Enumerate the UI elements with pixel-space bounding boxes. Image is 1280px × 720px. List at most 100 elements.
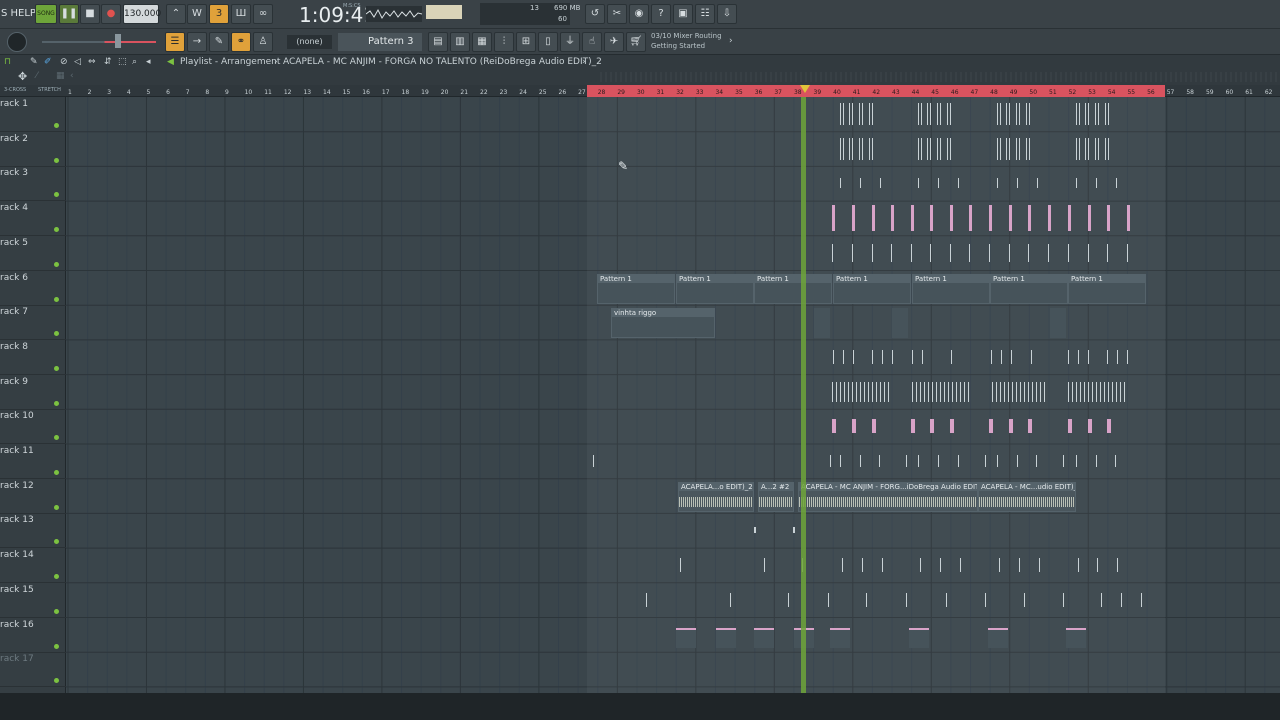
clip-event[interactable] (880, 178, 881, 189)
clip-event[interactable] (1115, 455, 1116, 467)
clip-event[interactable] (882, 349, 883, 364)
clip-event[interactable] (1095, 137, 1096, 160)
clip-event[interactable] (927, 137, 928, 160)
clip-event[interactable] (996, 381, 997, 402)
pencil-tool-icon[interactable]: ✎ (30, 55, 38, 69)
clip-event[interactable] (1029, 103, 1030, 125)
clip-event[interactable] (906, 455, 907, 467)
clip-event[interactable] (1107, 205, 1110, 232)
track-mute-led[interactable] (54, 227, 59, 233)
clip-event[interactable] (911, 205, 914, 232)
clip-event[interactable] (956, 381, 957, 402)
track-mute-led[interactable] (54, 157, 59, 163)
clip-event[interactable] (1076, 178, 1077, 189)
move-icon[interactable]: ✥ (18, 70, 27, 83)
clip-event[interactable] (1088, 243, 1089, 262)
clip-event[interactable] (1108, 381, 1109, 402)
clip-event[interactable] (1017, 455, 1018, 467)
clip-event[interactable] (860, 178, 861, 189)
clip-event[interactable] (832, 419, 836, 434)
acapela-clip[interactable]: ACAPELA - MC ANJIM - FORG...iDoBrega Aud… (798, 481, 978, 512)
clip-event[interactable] (950, 137, 951, 160)
clip-event[interactable] (985, 455, 986, 467)
sample-clip[interactable] (716, 627, 736, 648)
clip-event[interactable] (1032, 381, 1033, 402)
loop-record-button[interactable]: ∞ (253, 4, 273, 24)
clip-event[interactable] (872, 103, 873, 125)
clip-event[interactable] (1098, 137, 1099, 160)
clip-event[interactable] (930, 103, 931, 125)
select-tool-icon[interactable]: ⬚ (118, 55, 127, 69)
clip-event[interactable] (1017, 178, 1018, 189)
mixer-button[interactable]: ☷ (695, 4, 715, 24)
clip-event[interactable] (1068, 419, 1072, 434)
clip-event[interactable] (1076, 137, 1077, 160)
clip-event[interactable] (1063, 455, 1064, 467)
clip-event[interactable] (950, 243, 951, 262)
clip-event[interactable] (1088, 349, 1089, 364)
clip-event[interactable] (924, 381, 925, 402)
clip-event[interactable] (788, 592, 789, 607)
plugin-button[interactable]: ⏚ (560, 32, 580, 52)
clip-event[interactable] (1048, 243, 1049, 262)
clip-event[interactable] (860, 381, 861, 402)
track-header[interactable]: rack 10 (0, 409, 66, 445)
track-header[interactable]: rack 2 (0, 132, 66, 167)
pitch-slider-handle[interactable] (115, 34, 121, 48)
tools-button[interactable]: ✈ (604, 32, 624, 52)
track-header[interactable]: rack 5 (0, 236, 66, 271)
clip-event[interactable] (927, 103, 928, 125)
clip-event[interactable] (1085, 103, 1086, 125)
clip-event[interactable] (1127, 243, 1128, 262)
clip-event[interactable] (1068, 243, 1069, 262)
clip-event[interactable] (948, 381, 949, 402)
clip-event[interactable] (1098, 103, 1099, 125)
track-mute-led[interactable] (54, 192, 59, 198)
clip-event[interactable] (1031, 349, 1032, 364)
clip-event[interactable] (1063, 592, 1064, 607)
clip-event[interactable] (1105, 137, 1106, 160)
clip-event[interactable] (1009, 137, 1010, 160)
clip-event[interactable] (730, 592, 731, 607)
clip-event[interactable] (840, 103, 841, 125)
touch-button[interactable]: ☝ (582, 32, 602, 52)
clip-event[interactable] (1127, 205, 1130, 232)
clip-event[interactable] (911, 419, 915, 434)
clip-event[interactable] (1048, 205, 1051, 232)
clip-event[interactable] (1068, 381, 1069, 402)
clip-event[interactable] (830, 455, 831, 467)
clip-event[interactable] (1039, 558, 1040, 573)
clip-event[interactable] (920, 558, 921, 573)
master-volume-knob[interactable] (7, 32, 27, 52)
pattern-clip[interactable]: Pattern 1 (990, 273, 1068, 304)
clip-event[interactable] (880, 381, 881, 402)
track-mute-led[interactable] (54, 261, 59, 267)
clip-event[interactable] (1009, 419, 1013, 434)
clip-event[interactable] (842, 558, 843, 573)
clip-event[interactable] (891, 243, 892, 262)
clip-event[interactable] (1001, 349, 1002, 364)
sample-clip[interactable] (830, 627, 850, 648)
clip-event[interactable] (1107, 349, 1108, 364)
clip-event[interactable] (911, 243, 912, 262)
clip-event[interactable] (946, 592, 947, 607)
clip-event[interactable] (793, 527, 795, 534)
clip-event[interactable] (1117, 349, 1118, 364)
clip-event[interactable] (968, 381, 969, 402)
clip-event[interactable] (1044, 381, 1045, 402)
magnet-icon[interactable]: ⊓ (4, 55, 11, 69)
back-icon[interactable]: ‹ (70, 71, 74, 81)
clip-event[interactable] (843, 349, 844, 364)
clip-event[interactable] (1080, 381, 1081, 402)
clip-event[interactable] (1006, 137, 1007, 160)
clip-event[interactable] (754, 527, 756, 534)
save-button[interactable]: ▣ (673, 4, 693, 24)
clip-event[interactable] (950, 419, 954, 434)
browser-button[interactable]: ⊞ (516, 32, 536, 52)
clip-event[interactable] (989, 243, 990, 262)
pattern-clip[interactable]: Pattern 1 (597, 273, 675, 304)
clip-event[interactable] (930, 243, 931, 262)
clip-event[interactable] (930, 205, 933, 232)
clip-event[interactable] (849, 137, 850, 160)
clip-event[interactable] (991, 349, 992, 364)
